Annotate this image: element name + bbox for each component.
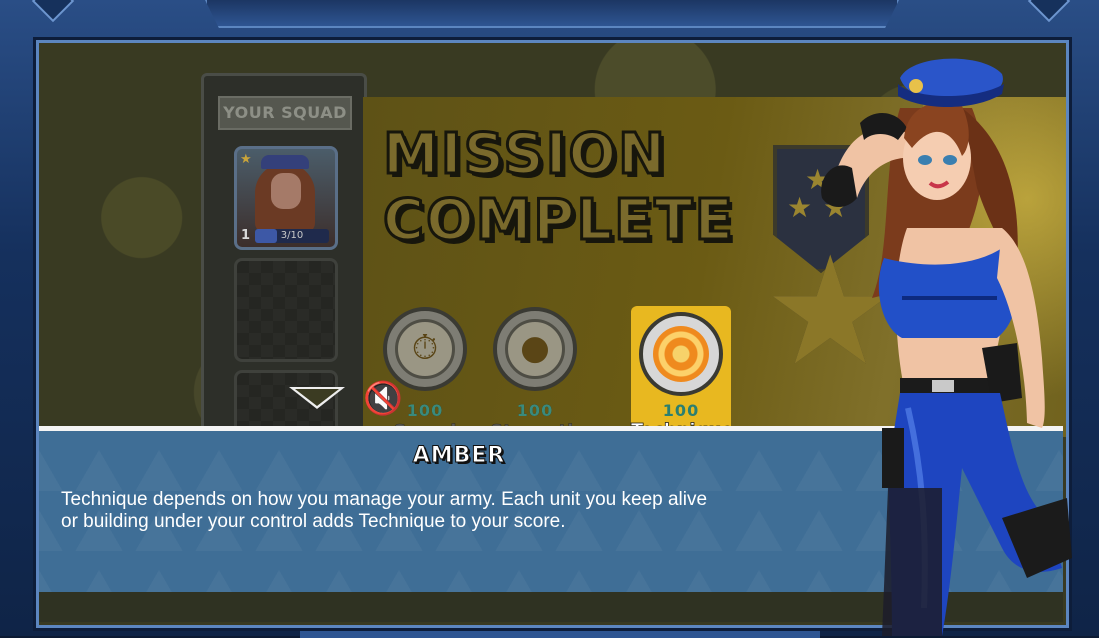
dialog-line: or building under your control adds Tech… [61, 511, 566, 532]
strength-score-button[interactable]: ● [493, 307, 577, 391]
squad-panel: YOUR SQUAD ★ 1 3/10 [201, 73, 367, 474]
bomb-icon: ● [505, 319, 565, 379]
dialog-text: Technique depends on how you manage your… [61, 489, 881, 533]
technique-score-value: 100 [662, 401, 700, 420]
frame-corner [1027, 0, 1071, 23]
outer-frame: YOUR SQUAD ★ 1 3/10 MISSION COMPLETE ★ ★… [0, 0, 1099, 638]
amber-character-portrait [821, 58, 1072, 636]
unit-card-amber[interactable]: ★ 1 3/10 [234, 146, 338, 250]
chevron-down-icon[interactable] [289, 387, 345, 409]
strength-score-value: 100 [516, 401, 554, 420]
squad-title: YOUR SQUAD [218, 96, 352, 130]
unit-xp-text: 3/10 [280, 230, 304, 241]
unit-level: 1 [241, 228, 251, 243]
unit-xp-bar: 3/10 [255, 229, 329, 243]
unit-portrait-hat [261, 155, 309, 169]
speaker-name: AMBER [412, 443, 506, 469]
mission-title-line1: MISSION [382, 121, 668, 189]
frame-top-cap [205, 0, 899, 28]
empty-squad-slot[interactable] [234, 258, 338, 362]
dialog-line: Technique depends on how you manage your… [61, 489, 708, 510]
mission-title: MISSION COMPLETE [382, 121, 763, 255]
stopwatch-icon: ⏱ [395, 319, 455, 379]
mute-icon[interactable]: 🔇 [363, 379, 403, 417]
star-icon: ★ [240, 152, 252, 167]
frame-corner [31, 0, 75, 23]
target-icon [639, 312, 723, 396]
unit-portrait-face [271, 173, 301, 209]
mission-title-line2: COMPLETE [382, 187, 735, 255]
unit-xp-fill [255, 229, 278, 243]
